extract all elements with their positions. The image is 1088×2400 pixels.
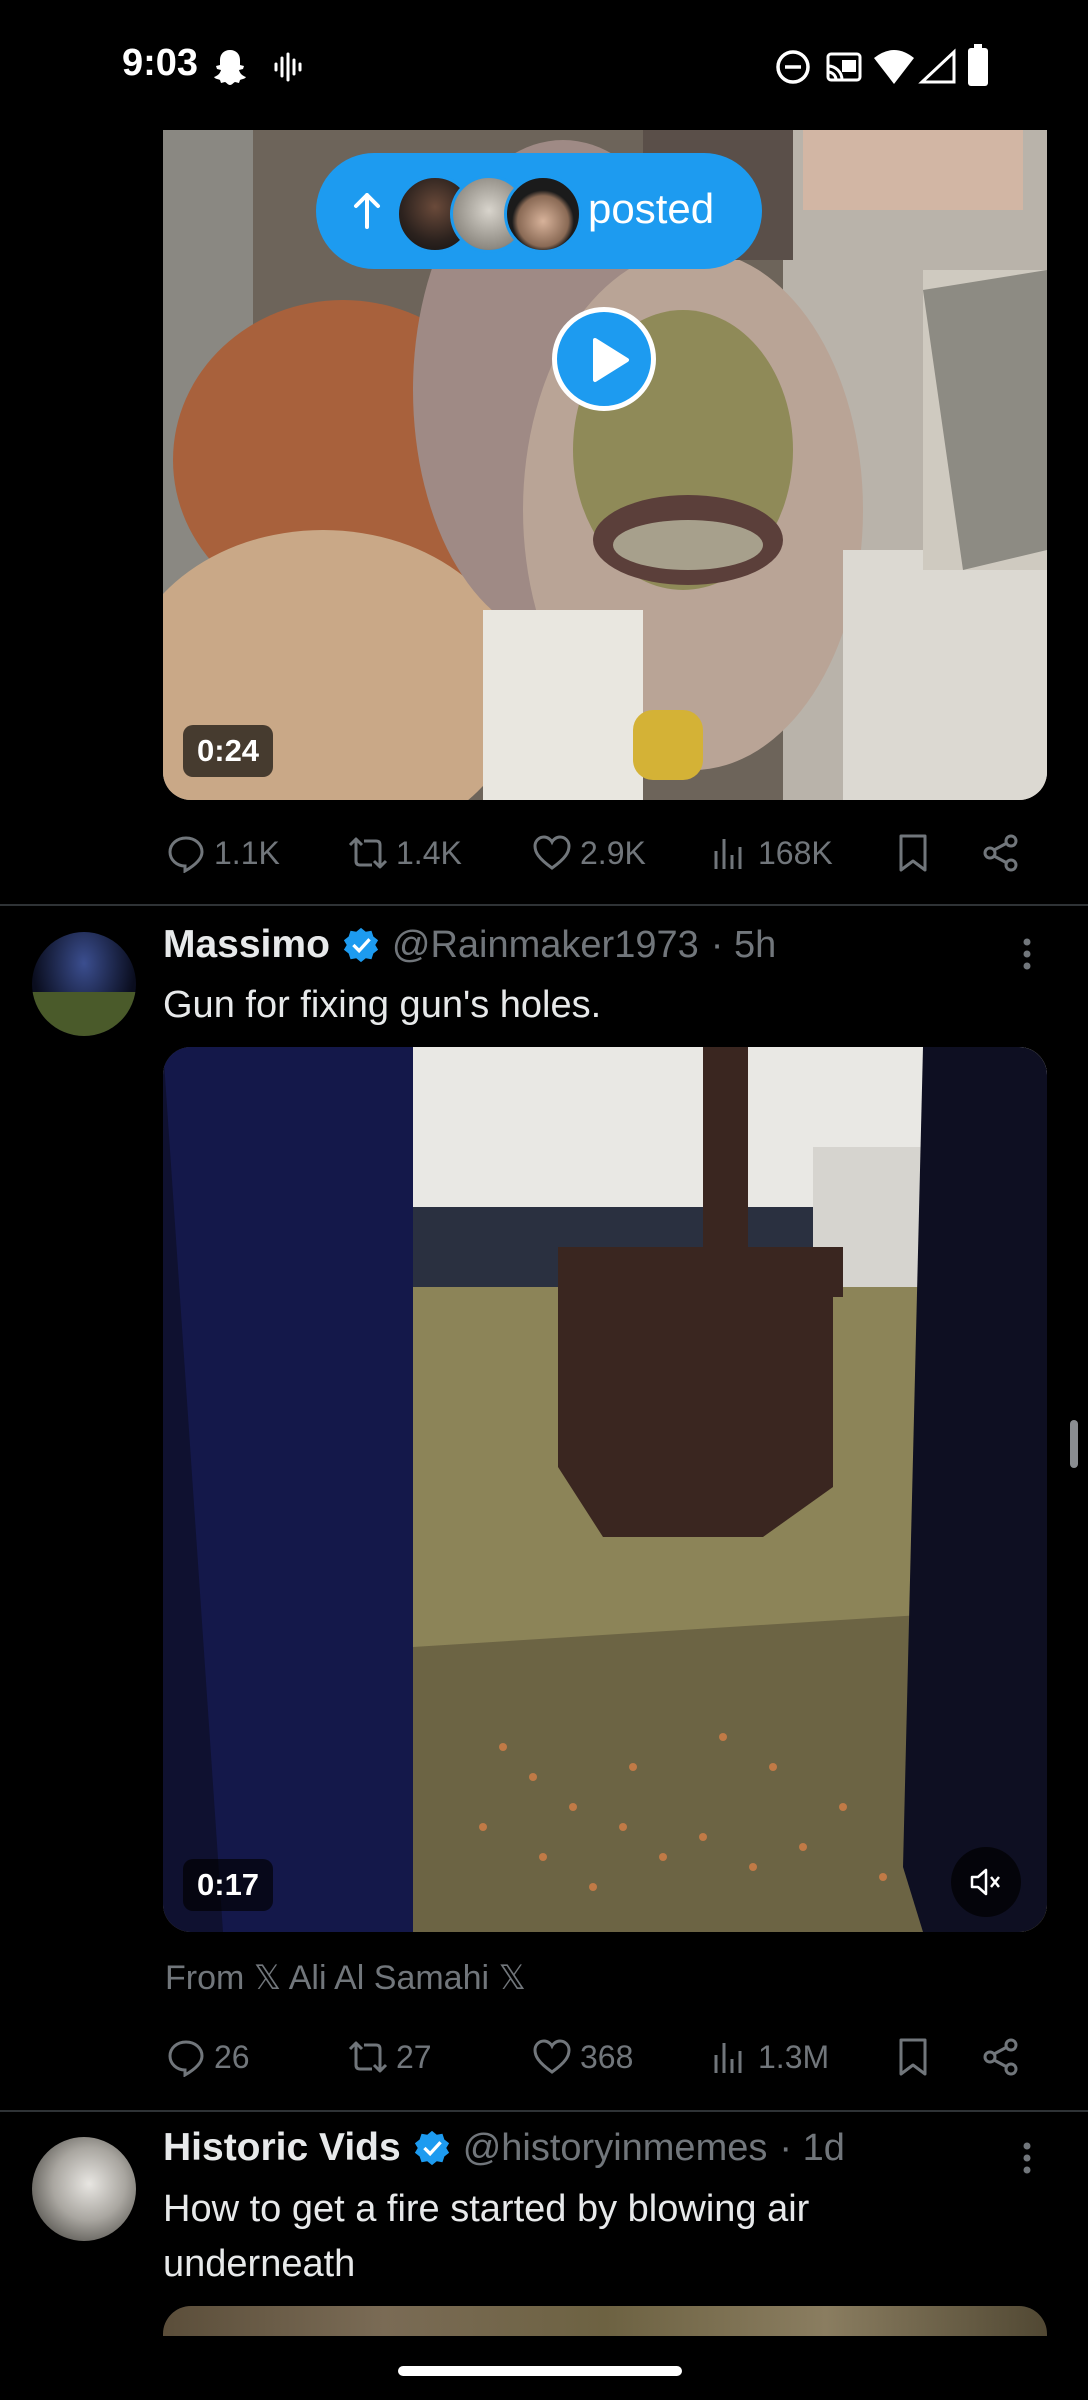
- views-count: 168K: [758, 834, 833, 871]
- verified-badge-icon: [343, 927, 379, 963]
- tweet1-actions: 1.1K 1.4K 2.9K 168K: [0, 823, 1088, 883]
- verified-badge-icon: [414, 2130, 449, 2166]
- bookmark-icon[interactable]: [893, 2037, 933, 2077]
- retweet-button[interactable]: 27: [348, 2027, 432, 2087]
- media-source[interactable]: From 𝕏 Ali Al Samahi 𝕏: [165, 1958, 526, 1998]
- author-handle[interactable]: @historyinmemes: [463, 2127, 768, 2170]
- scrollbar-thumb[interactable]: [1070, 1420, 1078, 1468]
- video-frame-image: [163, 1047, 1047, 1932]
- video-duration: 0:24: [183, 725, 274, 777]
- tweet-text: How to get a fire started by blowing air…: [163, 2188, 810, 2285]
- arrow-up-icon: [354, 193, 380, 229]
- reply-icon: [168, 836, 204, 873]
- tweet-text: Gun for fixing gun's holes.: [163, 984, 602, 1026]
- posted-label: posted: [588, 185, 715, 232]
- tweet-time: · 5h: [710, 923, 777, 966]
- dnd-icon: [776, 50, 810, 84]
- divider: [0, 2110, 1088, 2112]
- like-count: 368: [580, 2038, 634, 2075]
- battery-icon: [968, 44, 988, 86]
- heart-icon: [533, 835, 571, 870]
- mute-button[interactable]: [951, 1847, 1021, 1917]
- avatar-historic-vids[interactable]: [32, 2137, 136, 2241]
- share-icon[interactable]: [981, 833, 1021, 873]
- like-button[interactable]: 2.9K: [532, 823, 646, 883]
- play-button[interactable]: [552, 307, 656, 411]
- retweet-count: 27: [396, 2038, 432, 2075]
- muted-speaker-icon: [970, 1868, 1000, 1896]
- reply-button[interactable]: 1.1K: [166, 823, 280, 883]
- retweet-button[interactable]: 1.4K: [348, 823, 462, 883]
- wifi-icon: [874, 50, 914, 84]
- retweet-icon: [348, 837, 388, 869]
- bookmark-icon[interactable]: [893, 833, 933, 873]
- reply-count: 26: [214, 2038, 250, 2075]
- retweet-icon: [348, 2041, 388, 2073]
- new-posts-pill[interactable]: posted: [316, 153, 762, 269]
- tweet2-header: Massimo @Rainmaker1973 · 5h: [163, 923, 776, 967]
- like-count: 2.9K: [580, 834, 646, 871]
- tweet2-video[interactable]: 0:17: [163, 1047, 1047, 1932]
- tweet3-media-preview[interactable]: [163, 2306, 1047, 2336]
- author-name[interactable]: Massimo: [163, 923, 330, 967]
- views-icon: [714, 839, 742, 869]
- reply-count: 1.1K: [214, 834, 280, 871]
- author-handle[interactable]: @Rainmaker1973: [392, 924, 699, 967]
- status-time: 9:03: [122, 42, 199, 84]
- reply-button[interactable]: 26: [166, 2027, 250, 2087]
- like-button[interactable]: 368: [532, 2027, 633, 2087]
- more-options-icon[interactable]: [1012, 2138, 1042, 2178]
- tweet-time: · 1d: [779, 2126, 845, 2169]
- play-icon: [593, 338, 629, 382]
- views-button[interactable]: 168K: [710, 823, 833, 883]
- views-count: 1.3M: [758, 2038, 830, 2075]
- home-indicator[interactable]: [398, 2366, 682, 2376]
- views-icon: [714, 2043, 742, 2073]
- snapchat-icon: [214, 50, 246, 85]
- cast-icon: [826, 52, 862, 82]
- share-icon[interactable]: [981, 2037, 1021, 2077]
- author-name[interactable]: Historic Vids: [163, 2126, 401, 2170]
- audio-wave-icon: [274, 52, 302, 82]
- video-duration: 0:17: [183, 1859, 274, 1911]
- tweet3-header: Historic Vids @historyinmemes · 1d: [163, 2126, 845, 2170]
- signal-icon: [918, 48, 956, 84]
- views-button[interactable]: 1.3M: [710, 2027, 829, 2087]
- more-options-icon[interactable]: [1012, 934, 1042, 974]
- avatar-massimo[interactable]: [32, 932, 136, 1036]
- retweet-count: 1.4K: [396, 834, 462, 871]
- reply-icon: [168, 2040, 204, 2077]
- tweet2-actions: 26 27 368 1.3M: [0, 2027, 1088, 2087]
- status-bar: 9:03: [0, 0, 1088, 130]
- pill-avatar-3: [504, 175, 582, 253]
- heart-icon: [533, 2039, 571, 2074]
- divider: [0, 904, 1088, 906]
